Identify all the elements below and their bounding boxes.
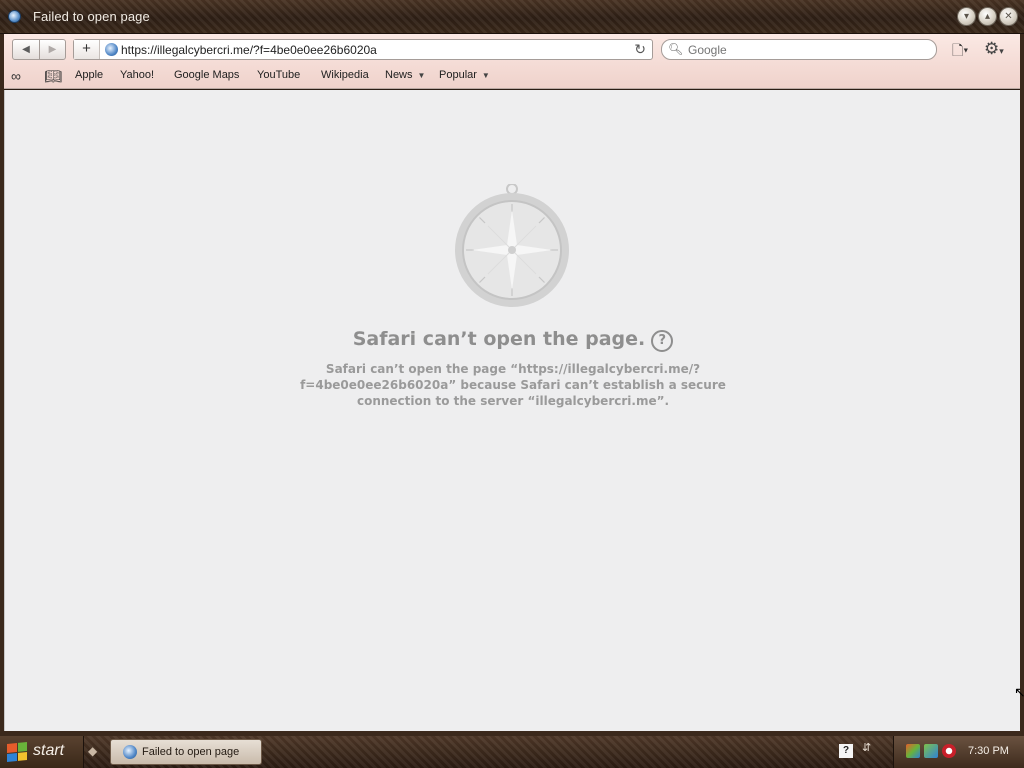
security-tray-icon[interactable] (924, 744, 938, 758)
start-button[interactable]: start (0, 736, 84, 768)
safari-app-icon (8, 10, 21, 23)
bookmark-popular-label: Popular (439, 69, 477, 81)
taskbar-item-label: Failed to open page (142, 746, 240, 758)
bookmark-apple[interactable]: Apple (75, 69, 103, 81)
bookmarks-bar: ∞ 📖︎ Apple Yahoo! Google Maps YouTube Wi… (4, 66, 1020, 89)
windows-logo-icon (7, 741, 27, 763)
error-heading: Safari can’t open the page.? (5, 328, 1021, 352)
reload-icon[interactable]: ↻ (634, 41, 646, 58)
reading-list-icon[interactable]: ∞ (11, 68, 21, 84)
search-input[interactable] (688, 41, 928, 58)
bookmark-folder-popular[interactable]: Popular ▼ (439, 69, 490, 81)
start-label: start (33, 742, 65, 759)
safari-app-icon (123, 745, 137, 759)
close-button[interactable]: ✕ (999, 7, 1018, 26)
error-message: Safari can’t open the page “https://ille… (300, 362, 726, 408)
url-input[interactable] (121, 41, 621, 58)
page-content: Safari can’t open the page.? Safari can’… (4, 90, 1020, 731)
bookmark-news-label: News (385, 69, 413, 81)
address-bar: + ↻ (73, 39, 653, 60)
help-icon[interactable]: ? (651, 330, 674, 352)
safari-compass-icon (455, 184, 569, 307)
back-button[interactable]: ◀ (13, 40, 39, 59)
site-globe-icon (105, 43, 118, 56)
error-heading-text: Safari can’t open the page. (352, 328, 646, 350)
dropdown-arrow-icon: ▼ (417, 71, 426, 80)
bookmarks-book-icon[interactable]: 📖︎ (44, 68, 62, 85)
search-field: 🔍︎ (661, 39, 937, 60)
clock[interactable]: 7:30 PM (968, 745, 1009, 757)
help-tray-icon[interactable]: ? (839, 744, 853, 758)
page-menu-icon[interactable]: 🗋▾ (952, 40, 968, 64)
gear-icon[interactable]: ⚙▾ (984, 39, 1004, 59)
taskbar-item-safari[interactable]: Failed to open page (110, 739, 262, 765)
quick-launch-separator-icon: ◆ (88, 744, 98, 758)
dropdown-arrow-icon: ▼ (481, 71, 490, 80)
language-bar-arrows-icon[interactable]: ⇵ (862, 741, 871, 754)
add-bookmark-button[interactable]: + (74, 40, 100, 59)
maximize-button[interactable]: ▴ (978, 7, 997, 26)
search-icon[interactable]: 🔍︎ (668, 42, 683, 56)
shield-tray-icon[interactable] (942, 744, 956, 758)
taskbar: start ◆ Failed to open page ? ⇵ 7:30 PM (0, 736, 1024, 768)
system-tray: 7:30 PM (893, 736, 1024, 768)
window-border-right (1020, 34, 1024, 732)
bookmark-wikipedia[interactable]: Wikipedia (321, 69, 369, 81)
bookmark-google-maps[interactable]: Google Maps (174, 69, 239, 81)
network-tray-icon[interactable] (906, 744, 920, 758)
bookmark-yahoo[interactable]: Yahoo! (120, 69, 154, 81)
forward-button[interactable]: ▶ (38, 40, 65, 59)
mouse-cursor-icon: ↖ (1014, 684, 1024, 700)
minimize-button[interactable]: ▾ (957, 7, 976, 26)
title-bar[interactable]: Failed to open page ▾ ▴ ✕ (0, 0, 1024, 34)
navigation-buttons: ◀ ▶ (12, 39, 66, 60)
window-title: Failed to open page (33, 9, 150, 24)
bookmark-youtube[interactable]: YouTube (257, 69, 300, 81)
bookmark-folder-news[interactable]: News ▼ (385, 69, 425, 81)
toolbar: ◀ ▶ + ↻ 🔍︎ 🗋▾ ⚙▾ (4, 34, 1020, 66)
